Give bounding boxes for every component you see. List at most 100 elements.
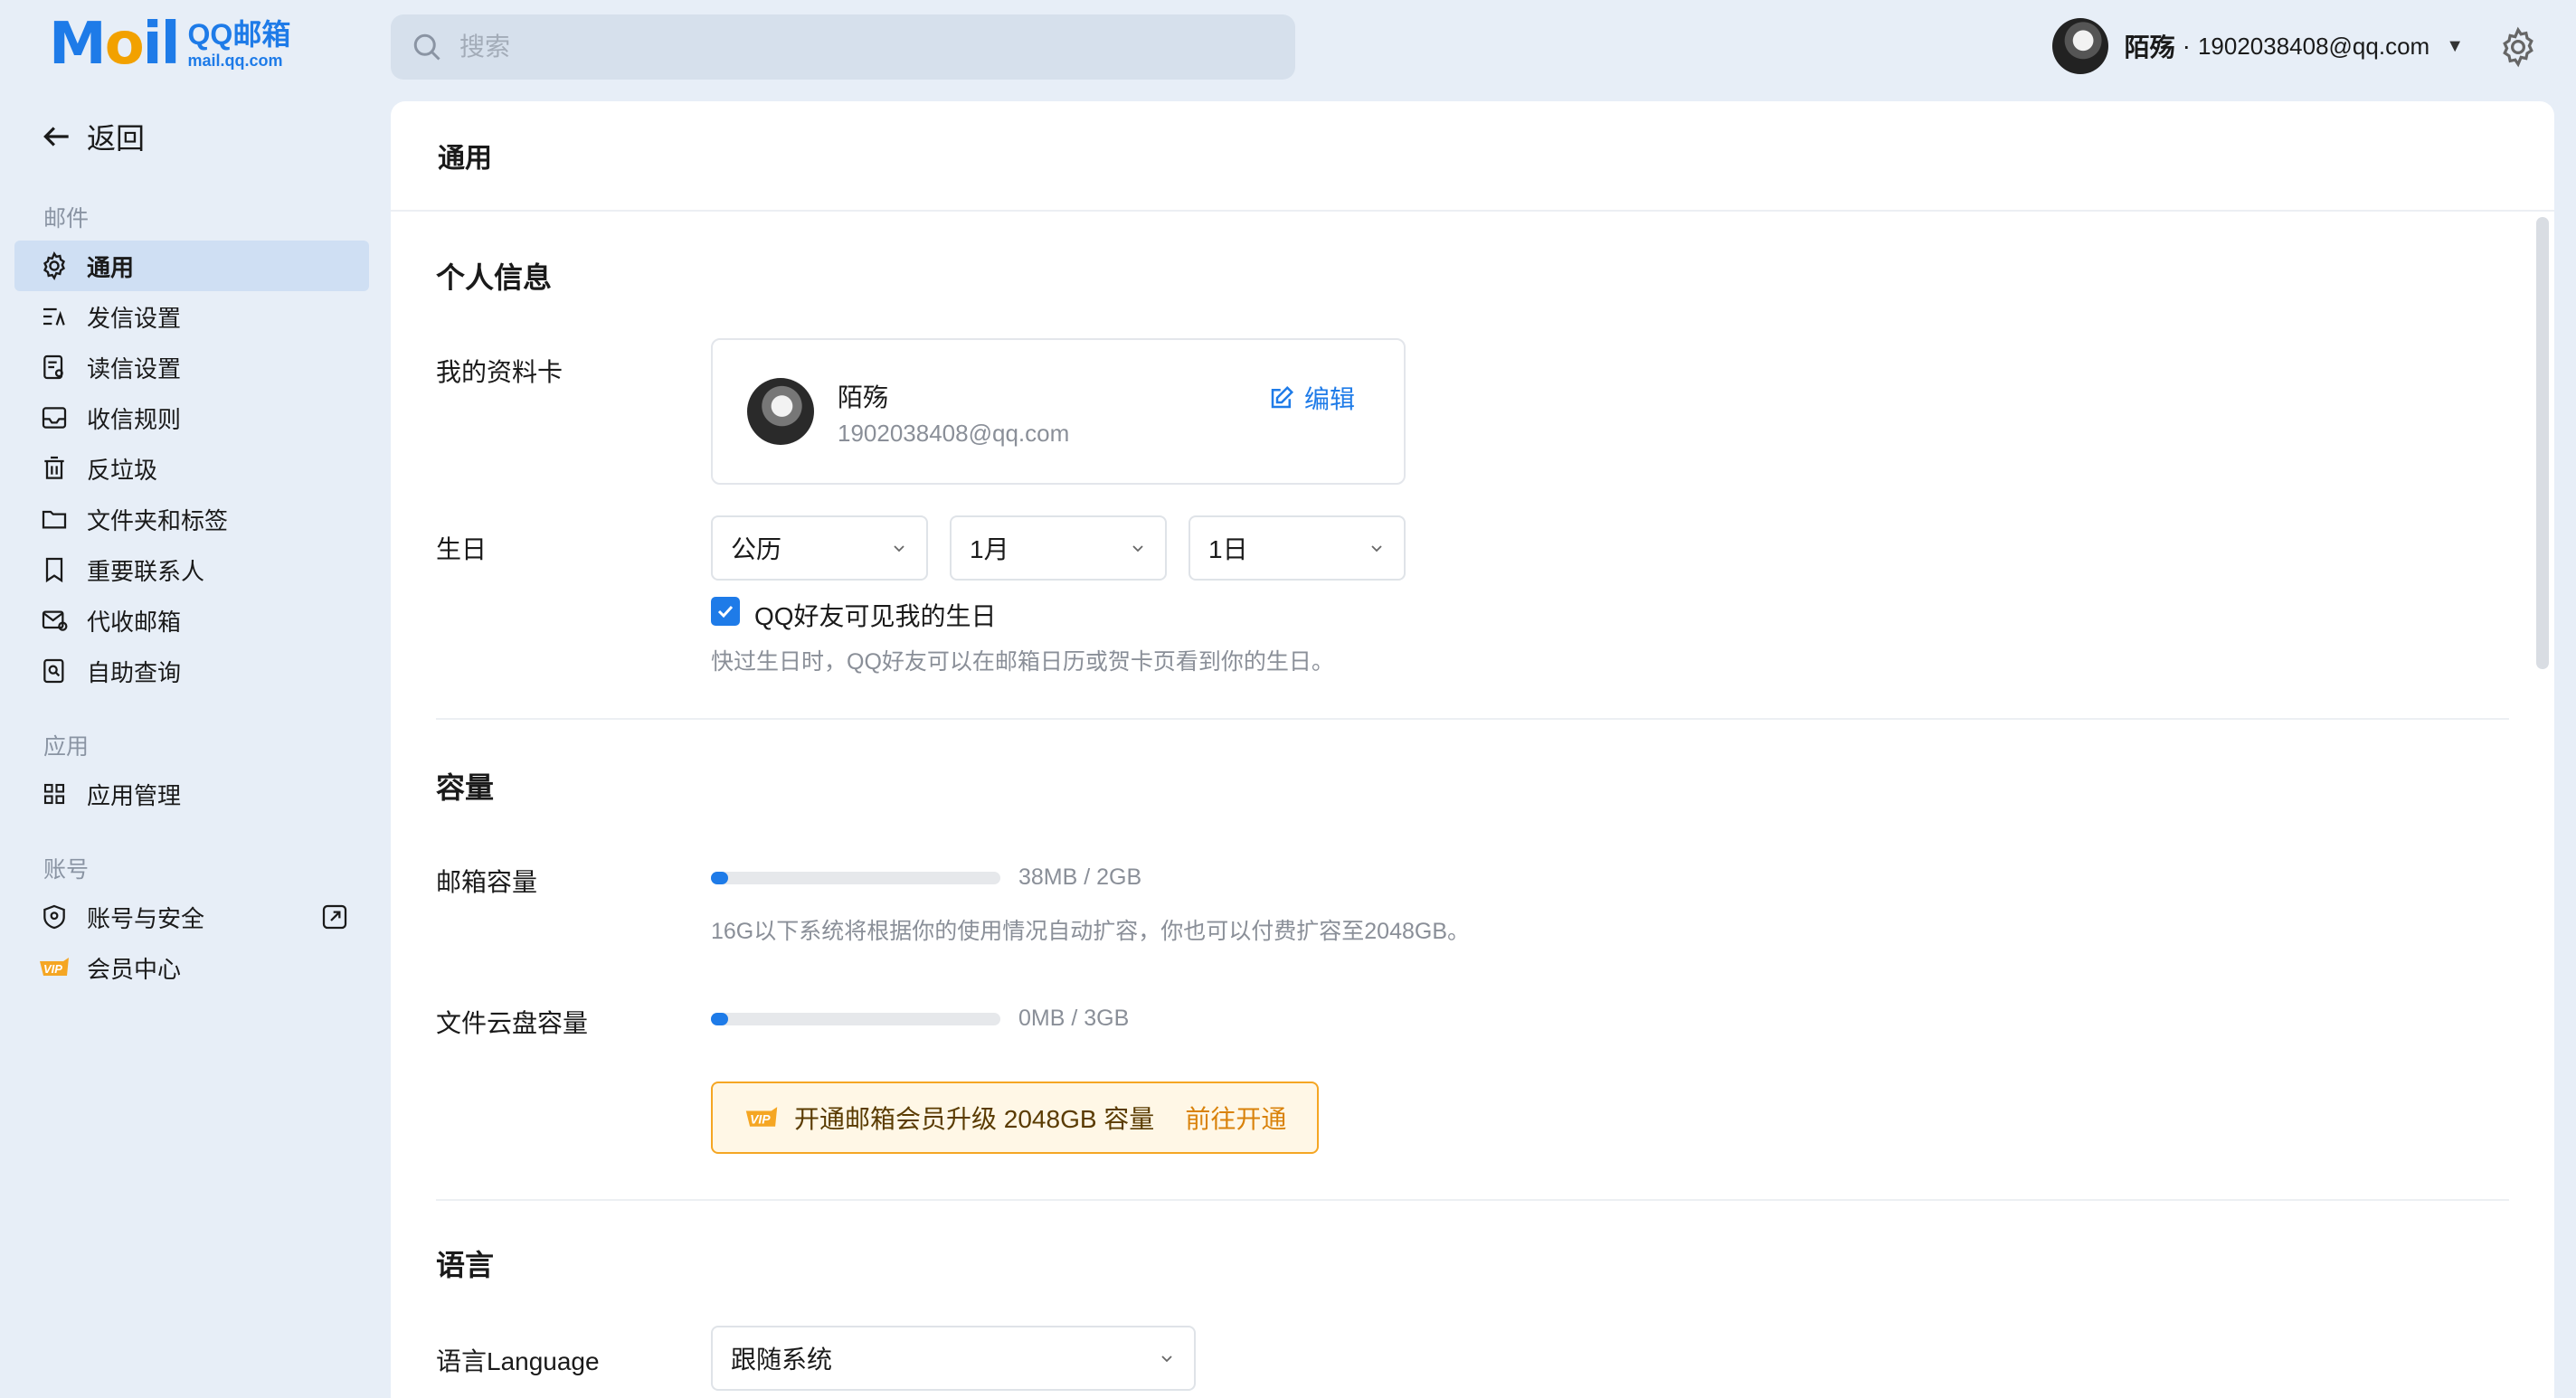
language-select[interactable]: 跟随系统 (711, 1326, 1196, 1391)
avatar[interactable] (2051, 18, 2108, 74)
sidebar-item-general[interactable]: 通用 (14, 241, 369, 291)
profile-card: 陌殇 1902038408@qq.com 编辑 (711, 338, 1406, 485)
qq-mail-logo[interactable]: Moil QQ邮箱 mail.qq.com (49, 11, 290, 78)
arrow-left-icon (43, 127, 69, 146)
mail-sync-icon (38, 604, 71, 637)
mailbox-usage: 38MB / 2GB (1018, 864, 1142, 890)
calendar-select[interactable]: 公历 (711, 515, 928, 581)
compose-settings-icon (38, 300, 71, 333)
caret-down-icon[interactable]: ▼ (2446, 36, 2464, 57)
calendar-value: 公历 (731, 535, 782, 563)
divider (436, 1199, 2509, 1201)
shield-icon (38, 901, 71, 933)
edit-profile-button[interactable]: 编辑 (1268, 380, 1355, 416)
svg-text:VIP: VIP (750, 1111, 771, 1126)
mailbox-capacity-hint: 16G以下系统将根据你的使用情况自动扩容，你也可以付费扩容至2048GB。 (711, 919, 1470, 944)
folder-icon (38, 503, 71, 535)
sidebar-item-label: 通用 (87, 253, 135, 281)
month-value: 1月 (970, 535, 1009, 563)
edit-icon (1271, 385, 1294, 409)
external-link-icon[interactable] (320, 902, 349, 931)
vip-icon: VIP (38, 951, 71, 984)
vip-upgrade-banner[interactable]: VIP 开通邮箱会员升级 2048GB 容量 前往开通 (711, 1082, 1319, 1154)
logo-url-text: mail.qq.com (187, 52, 283, 70)
chevron-down-icon (894, 545, 904, 553)
top-bar: Moil QQ邮箱 mail.qq.com 陌殇 · 1902038408@qq… (0, 0, 2576, 94)
scrollbar[interactable] (2536, 217, 2549, 669)
vip-upgrade-text: 开通邮箱会员升级 2048GB 容量 (794, 1105, 1155, 1133)
page-title: 通用 (391, 101, 2554, 212)
search-input[interactable] (459, 33, 1183, 61)
sidebar-item-label: 读信设置 (87, 354, 182, 383)
vip-upgrade-link[interactable]: 前往开通 (1185, 1100, 1286, 1136)
settings-gear-icon[interactable] (2496, 25, 2540, 69)
section-title-language: 语言 (436, 1249, 495, 1281)
sidebar-item-label: 账号与安全 (87, 904, 205, 932)
sidebar-item-read-settings[interactable]: 读信设置 (14, 342, 369, 392)
sidebar-item-label: 发信设置 (87, 304, 182, 332)
logo-mail-text: Moil (49, 11, 181, 78)
search-bar[interactable] (391, 14, 1295, 80)
sidebar-item-label: 自助查询 (87, 658, 182, 686)
section-title-personal: 个人信息 (436, 261, 553, 294)
sidebar-item-label: 会员中心 (87, 955, 182, 983)
vip-icon: VIP (745, 1107, 778, 1127)
day-value: 1日 (1208, 535, 1248, 563)
user-menu[interactable]: 陌殇 · 1902038408@qq.com ▼ (2051, 16, 2464, 76)
inbox-icon (38, 401, 71, 434)
chevron-down-icon (1371, 545, 1382, 553)
sidebar-item-label: 代收邮箱 (87, 608, 182, 636)
group-title-account: 账号 (43, 857, 90, 883)
back-button[interactable]: 返回 (40, 116, 145, 157)
sidebar-item-vip-center[interactable]: VIP 会员中心 (14, 942, 369, 993)
profile-email: 1902038408@qq.com (838, 420, 1070, 447)
sidebar-item-anti-spam[interactable]: 反垃圾 (14, 443, 369, 494)
birthday-hint: 快过生日时，QQ好友可以在邮箱日历或贺卡页看到你的生日。 (711, 649, 1334, 675)
chevron-down-icon (1161, 1355, 1172, 1363)
sidebar-item-send-settings[interactable]: 发信设置 (14, 291, 369, 342)
birthday-visible-checkbox[interactable] (711, 597, 740, 626)
read-settings-icon (38, 351, 71, 383)
user-name: 陌殇 (2124, 33, 2175, 61)
gear-icon (38, 250, 71, 282)
bookmark-icon (38, 553, 71, 586)
back-label: 返回 (87, 122, 146, 155)
sidebar-item-folders-tags[interactable]: 文件夹和标签 (14, 494, 369, 544)
sidebar-item-account-security[interactable]: 账号与安全 (14, 892, 369, 942)
profile-card-label: 我的资料卡 (436, 358, 564, 386)
sidebar-item-mail-collection[interactable]: 代收邮箱 (14, 595, 369, 646)
mailbox-capacity-fill (711, 872, 729, 884)
svg-text:VIP: VIP (43, 962, 62, 976)
user-separator: · (2182, 32, 2191, 60)
language-value: 跟随系统 (731, 1346, 833, 1374)
profile-name: 陌殇 (838, 383, 889, 411)
day-select[interactable]: 1日 (1189, 515, 1406, 581)
birthday-visible-label[interactable]: QQ好友可见我的生日 (754, 597, 997, 633)
birthday-label: 生日 (436, 535, 488, 563)
sidebar-item-label: 收信规则 (87, 405, 182, 433)
mailbox-capacity-label: 邮箱容量 (436, 868, 538, 896)
month-select[interactable]: 1月 (950, 515, 1167, 581)
mailbox-capacity-bar (711, 872, 1000, 884)
disk-capacity-fill (711, 1013, 729, 1025)
sidebar-item-inbox-rules[interactable]: 收信规则 (14, 392, 369, 443)
user-email: 1902038408@qq.com (2197, 32, 2430, 60)
sidebar-item-important-contacts[interactable]: 重要联系人 (14, 544, 369, 595)
sidebar-item-self-service[interactable]: 自助查询 (14, 646, 369, 696)
trash-icon (38, 452, 71, 485)
sidebar-item-app-management[interactable]: 应用管理 (14, 769, 369, 819)
language-label: 语言Language (436, 1347, 600, 1375)
search-doc-icon (38, 655, 71, 687)
sidebar-item-label: 反垃圾 (87, 456, 158, 484)
checkmark-icon (717, 605, 734, 619)
disk-capacity-label: 文件云盘容量 (436, 1009, 589, 1037)
chevron-down-icon (1132, 545, 1143, 553)
divider (436, 718, 2509, 720)
settings-panel: 通用 个人信息 我的资料卡 陌殇 1902038408@qq.com 编辑 生日… (391, 101, 2554, 1398)
profile-avatar (747, 378, 814, 445)
sidebar-item-label: 应用管理 (87, 781, 182, 809)
disk-usage: 0MB / 3GB (1018, 1006, 1130, 1031)
sidebar-item-label: 文件夹和标签 (87, 506, 229, 534)
sidebar-item-label: 重要联系人 (87, 557, 205, 585)
section-title-capacity: 容量 (436, 771, 495, 804)
